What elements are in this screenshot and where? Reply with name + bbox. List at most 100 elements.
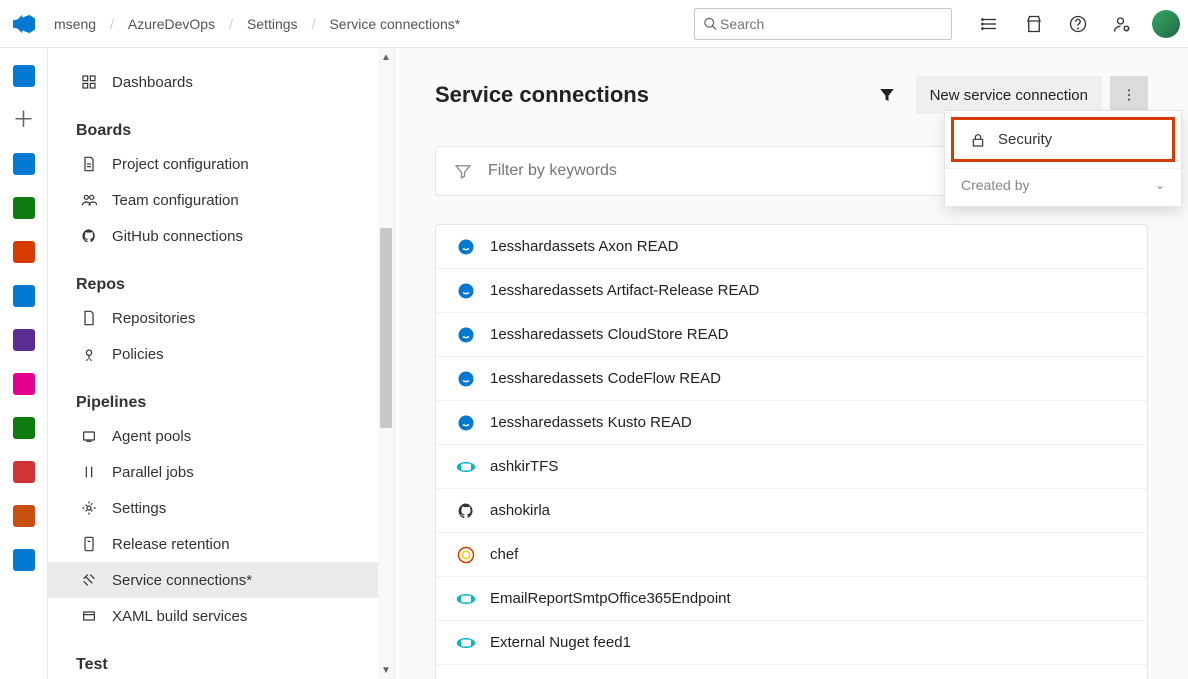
created-by-label: Created by: [961, 177, 1029, 193]
connection-row[interactable]: 1essharedassets CodeFlow READ: [436, 357, 1147, 401]
filter-funnel-icon[interactable]: [878, 86, 896, 104]
sidebar-item-github-connections[interactable]: GitHub connections: [76, 218, 374, 254]
more-actions-button[interactable]: [1110, 76, 1148, 114]
search-box[interactable]: [694, 8, 952, 40]
breadcrumb-item[interactable]: AzureDevOps: [128, 16, 215, 32]
azure-devops-logo[interactable]: [0, 13, 48, 35]
team-icon: [80, 192, 98, 208]
rail-item-4[interactable]: [4, 232, 44, 272]
rail-item-10[interactable]: [4, 496, 44, 536]
rail-project-icon: [13, 65, 35, 87]
scrollbar-thumb[interactable]: [380, 228, 392, 428]
search-icon: [703, 16, 718, 32]
github-icon: [80, 228, 98, 244]
user-settings-icon[interactable]: [1100, 0, 1144, 48]
marketplace-icon[interactable]: [1012, 0, 1056, 48]
dashboard-icon: [80, 74, 98, 90]
rail-item-5[interactable]: [4, 276, 44, 316]
connection-row[interactable]: External Nuget feed1: [436, 621, 1147, 665]
rail-project-icon: [13, 241, 35, 263]
rail-project-icon: [13, 373, 35, 395]
plus-icon: ＋: [12, 109, 34, 131]
search-input[interactable]: [718, 15, 943, 33]
connection-row[interactable]: 1esshardassets Axon READ: [436, 225, 1147, 269]
connection-name: 1esshardassets Axon READ: [490, 238, 678, 255]
plug-icon: [80, 572, 98, 588]
scroll-up-icon[interactable]: ▲: [378, 48, 394, 66]
more-actions-menu: Security Created by ⌄: [944, 110, 1182, 207]
rail-item-6[interactable]: [4, 320, 44, 360]
breadcrumb: mseng/ AzureDevOps/ Settings/ Service co…: [54, 16, 460, 32]
page-title: Service connections: [435, 82, 649, 108]
sidebar-item-label: Dashboards: [112, 74, 193, 91]
xaml-icon: [80, 608, 98, 624]
rail-project-icon: [13, 329, 35, 351]
new-service-connection-button[interactable]: New service connection: [916, 76, 1102, 114]
sidebar-group-boards: Boards: [76, 122, 374, 140]
sidebar-item-parallel-jobs[interactable]: Parallel jobs: [76, 454, 374, 490]
sidebar-item-label: XAML build services: [112, 608, 247, 625]
sidebar-item-dashboards[interactable]: Dashboards: [76, 64, 374, 100]
sidebar-item-project-configuration[interactable]: Project configuration: [76, 146, 374, 182]
rail-project-icon: [13, 197, 35, 219]
filter-icon: [454, 162, 472, 180]
connection-row[interactable]: FabrikamConnection: [436, 665, 1147, 679]
lock-icon: [970, 132, 986, 148]
connection-name: ashkirTFS: [490, 458, 558, 475]
breadcrumb-item[interactable]: Service connections*: [329, 16, 460, 32]
sidebar-item-settings[interactable]: Settings: [76, 490, 374, 526]
rail-item-0[interactable]: [4, 56, 44, 96]
rail-item-11[interactable]: [4, 540, 44, 580]
sidebar-item-label: Team configuration: [112, 192, 239, 209]
rail-item-2[interactable]: [4, 144, 44, 184]
sidebar-scrollbar[interactable]: ▲ ▼: [378, 48, 394, 679]
rail-item-7[interactable]: [4, 364, 44, 404]
rail-item-9[interactable]: [4, 452, 44, 492]
sidebar-item-policies[interactable]: Policies: [76, 336, 374, 372]
rail-item-8[interactable]: [4, 408, 44, 448]
scroll-down-icon[interactable]: ▼: [378, 661, 394, 679]
connection-row[interactable]: 1essharedassets Kusto READ: [436, 401, 1147, 445]
connection-name: chef: [490, 546, 518, 563]
sidebar-item-xaml-build-services[interactable]: XAML build services: [76, 598, 374, 634]
azure-blue-icon: [456, 369, 476, 389]
breadcrumb-item[interactable]: mseng: [54, 16, 96, 32]
breadcrumb-item[interactable]: Settings: [247, 16, 298, 32]
sidebar-item-label: Repositories: [112, 310, 195, 327]
rail-project-icon: [13, 285, 35, 307]
top-bar: mseng/ AzureDevOps/ Settings/ Service co…: [0, 0, 1188, 48]
created-by-row[interactable]: Created by ⌄: [945, 168, 1181, 200]
sidebar-item-agent-pools[interactable]: Agent pools: [76, 418, 374, 454]
parallel-icon: [80, 464, 98, 480]
connection-name: ashokirla: [490, 502, 550, 519]
rail-project-icon: [13, 417, 35, 439]
gear-icon: [80, 500, 98, 516]
rail-item-3[interactable]: [4, 188, 44, 228]
connection-row[interactable]: ashokirla: [436, 489, 1147, 533]
sidebar-group-test: Test: [76, 656, 374, 674]
chevron-down-icon: ⌄: [1155, 178, 1165, 192]
rail-project-icon: [13, 153, 35, 175]
sidebar-item-release-retention[interactable]: Release retention: [76, 526, 374, 562]
rail-project-icon: [13, 461, 35, 483]
sidebar-item-label: Release retention: [112, 536, 230, 553]
menu-item-security[interactable]: Security: [951, 117, 1175, 162]
sidebar-item-repositories[interactable]: Repositories: [76, 300, 374, 336]
avatar[interactable]: [1152, 10, 1180, 38]
connection-row[interactable]: 1essharedassets Artifact-Release READ: [436, 269, 1147, 313]
connection-row[interactable]: ashkirTFS: [436, 445, 1147, 489]
vs-icon: [456, 589, 476, 609]
sidebar-item-service-connections-[interactable]: Service connections*: [48, 562, 394, 598]
connection-row[interactable]: EmailReportSmtpOffice365Endpoint: [436, 577, 1147, 621]
connection-name: 1essharedassets CodeFlow READ: [490, 370, 721, 387]
connection-name: EmailReportSmtpOffice365Endpoint: [490, 590, 731, 607]
work-items-icon[interactable]: [968, 0, 1012, 48]
azure-blue-icon: [456, 237, 476, 257]
doc-icon: [80, 156, 98, 172]
rail-item-1[interactable]: ＋: [4, 100, 44, 140]
connection-row[interactable]: chef: [436, 533, 1147, 577]
connection-row[interactable]: 1essharedassets CloudStore READ: [436, 313, 1147, 357]
help-icon[interactable]: [1056, 0, 1100, 48]
sidebar-item-team-configuration[interactable]: Team configuration: [76, 182, 374, 218]
repo-icon: [80, 310, 98, 326]
